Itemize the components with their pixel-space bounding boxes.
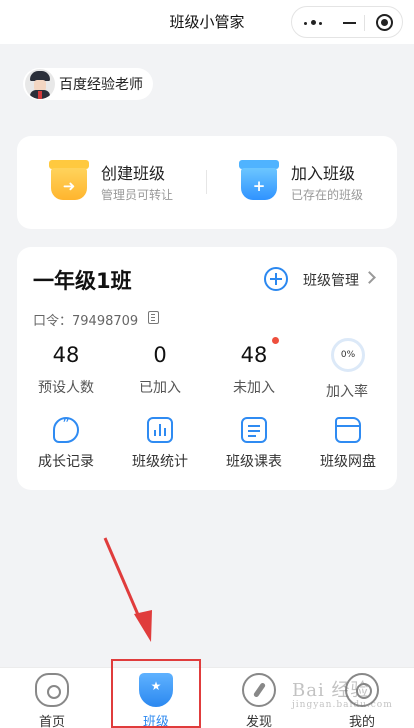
create-class-button[interactable]: ➜ 创建班级 管理员可转让 [49,158,199,208]
watermark-text: Bai 经验 [292,680,370,701]
user-chip[interactable]: 百度经验老师 [23,68,153,100]
class-actions-card: ➜ 创建班级 管理员可转让 + 加入班级 已存在的班级 [17,136,397,229]
bar-chart-icon [147,417,173,443]
stat-label: 未加入 [233,380,275,396]
tab-home[interactable]: 首页 [2,668,102,728]
tool-label: 班级网盘 [320,454,376,470]
title-bar: 班级小管家 [0,0,414,44]
stat-number: 48 [52,343,80,367]
notification-dot [272,337,279,344]
stat-number: 0 [153,343,167,367]
home-icon [35,673,69,707]
schedule-icon [241,417,267,443]
create-class-sub: 管理员可转让 [101,188,174,202]
tool-class-drive[interactable]: 班级网盘 [301,417,395,471]
stat-preset: 48 预设人数 [21,341,111,397]
watermark: Bai 经验 jingyan.baidu.com [292,676,393,710]
join-rate-ring: 0% [331,338,365,372]
actions-divider [206,170,207,194]
tool-label: 成长记录 [38,454,94,470]
tab-label: 发现 [245,715,272,728]
tool-class-schedule[interactable]: 班级课表 [207,417,301,471]
close-target-icon[interactable] [376,14,393,31]
add-circle-icon[interactable] [264,267,288,291]
class-code: 口令：79498709 [33,314,139,329]
annotation-highlight-box [111,659,201,728]
miniprogram-capsule [291,6,403,38]
tab-label: 我的 [348,715,375,728]
stat-label: 预设人数 [38,380,94,396]
tool-class-stats[interactable]: 班级统计 [113,417,207,471]
capsule-divider [364,15,365,31]
stat-label: 已加入 [139,380,181,396]
plus-icon: + [252,177,266,195]
join-class-sub: 已存在的班级 [291,188,364,202]
user-name: 百度经验老师 [59,77,143,93]
tool-label: 班级统计 [132,454,188,470]
create-class-label: 创建班级 [101,164,166,183]
minimize-icon[interactable] [343,22,356,24]
join-class-label: 加入班级 [291,164,356,183]
class-manage-link[interactable]: 班级管理 [303,270,359,290]
chevron-right-icon[interactable] [363,271,376,284]
class-name: 一年级1班 [33,269,132,293]
tab-label: 首页 [38,715,65,728]
join-rate-label: 加入率 [326,384,368,400]
tool-growth-record[interactable]: 成长记录 [19,417,113,471]
arrow-right-icon: ➜ [62,177,76,195]
join-class-icon: + [239,160,279,202]
copy-icon[interactable] [148,311,159,324]
watermark-sub: jingyan.baidu.com [292,700,393,710]
more-icon[interactable] [304,20,324,25]
class-card[interactable]: 一年级1班 班级管理 口令：79498709 48 预设人数 0 已加入 48 … [17,247,397,490]
chat-bubble-icon [53,417,79,443]
join-class-button[interactable]: + 加入班级 已存在的班级 [239,158,389,208]
avatar [25,69,55,99]
explore-icon [242,673,276,707]
stat-number: 48 [240,343,268,367]
stat-not-joined: 48 未加入 [209,341,299,397]
folder-icon [335,417,361,443]
create-class-icon: ➜ [49,160,89,202]
tool-label: 班级课表 [226,454,282,470]
stat-joined: 0 已加入 [115,341,205,397]
